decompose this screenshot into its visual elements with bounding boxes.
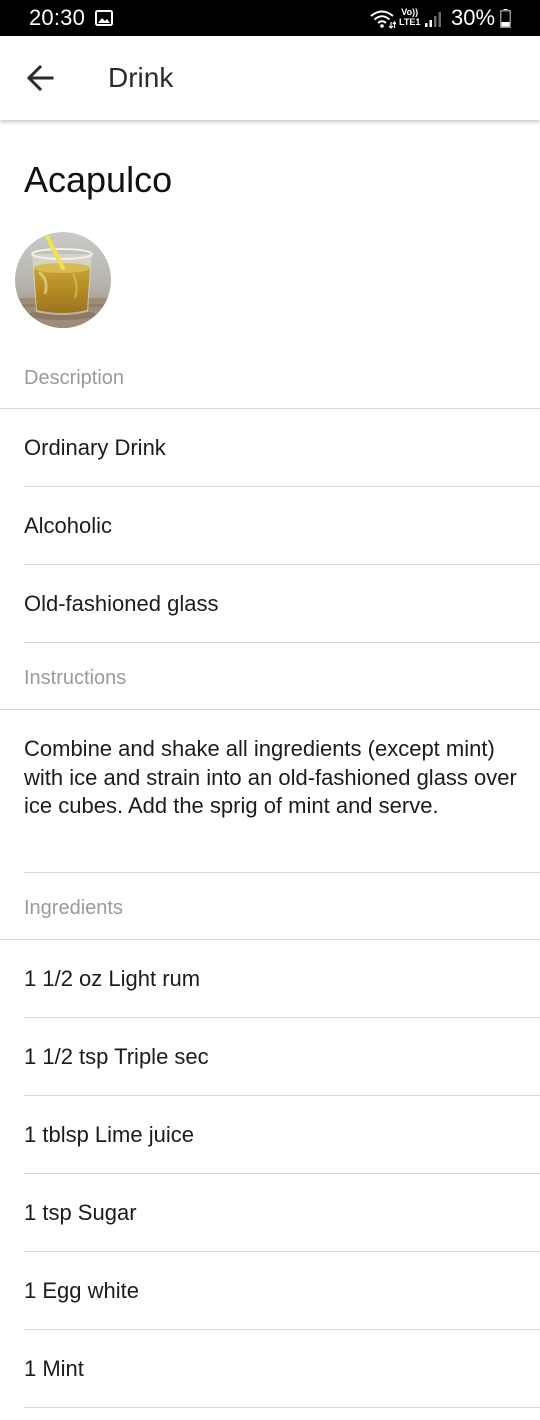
ingredient-item: 1 Egg white	[24, 1278, 139, 1303]
description-alcoholic: Alcoholic	[24, 513, 113, 538]
app-bar: Drink	[0, 36, 540, 120]
status-bar: 20:30 Vo)) LTE1 30%	[0, 0, 540, 36]
description-glass: Old-fashioned glass	[24, 591, 219, 616]
signal-icon	[425, 12, 441, 27]
status-time: 20:30	[29, 5, 86, 30]
instructions-text: Combine and shake all ingredients (excep…	[24, 736, 517, 818]
divider	[24, 1329, 540, 1330]
battery-percent: 30%	[451, 5, 496, 30]
divider	[0, 709, 540, 710]
ingredient-item: 1 tblsp Lime juice	[24, 1122, 194, 1147]
gallery-icon	[95, 10, 113, 26]
divider	[24, 872, 540, 873]
app-bar-title: Drink	[108, 62, 174, 93]
divider	[0, 408, 540, 409]
wifi-icon	[370, 10, 396, 29]
arrow-back-icon	[26, 64, 54, 92]
network-label-lte: LTE1	[399, 17, 421, 27]
description-category: Ordinary Drink	[24, 435, 166, 460]
instructions-header: Instructions	[24, 667, 127, 689]
description-header: Description	[24, 367, 125, 389]
drink-name: Acapulco	[24, 159, 173, 200]
battery-icon	[500, 9, 511, 28]
ingredient-item: 1 1/2 oz Light rum	[24, 966, 201, 991]
cocktail-photo	[15, 232, 111, 328]
network-type-label: Vo)) LTE1	[399, 7, 420, 27]
ingredient-item: 1 tsp Sugar	[24, 1200, 137, 1225]
ingredients-header: Ingredients	[24, 897, 123, 919]
ingredient-item: 1 Mint	[24, 1356, 84, 1381]
network-label-volte: Vo))	[401, 7, 419, 17]
ingredient-item: 1 1/2 tsp Triple sec	[24, 1044, 209, 1069]
back-button[interactable]	[16, 54, 64, 102]
divider	[24, 1173, 540, 1174]
divider	[0, 939, 540, 940]
divider	[24, 1095, 540, 1096]
divider	[24, 642, 540, 643]
divider	[24, 1407, 540, 1408]
divider	[24, 564, 540, 565]
drink-thumbnail	[15, 232, 111, 328]
divider	[24, 486, 540, 487]
divider	[24, 1017, 540, 1018]
divider	[24, 1251, 540, 1252]
